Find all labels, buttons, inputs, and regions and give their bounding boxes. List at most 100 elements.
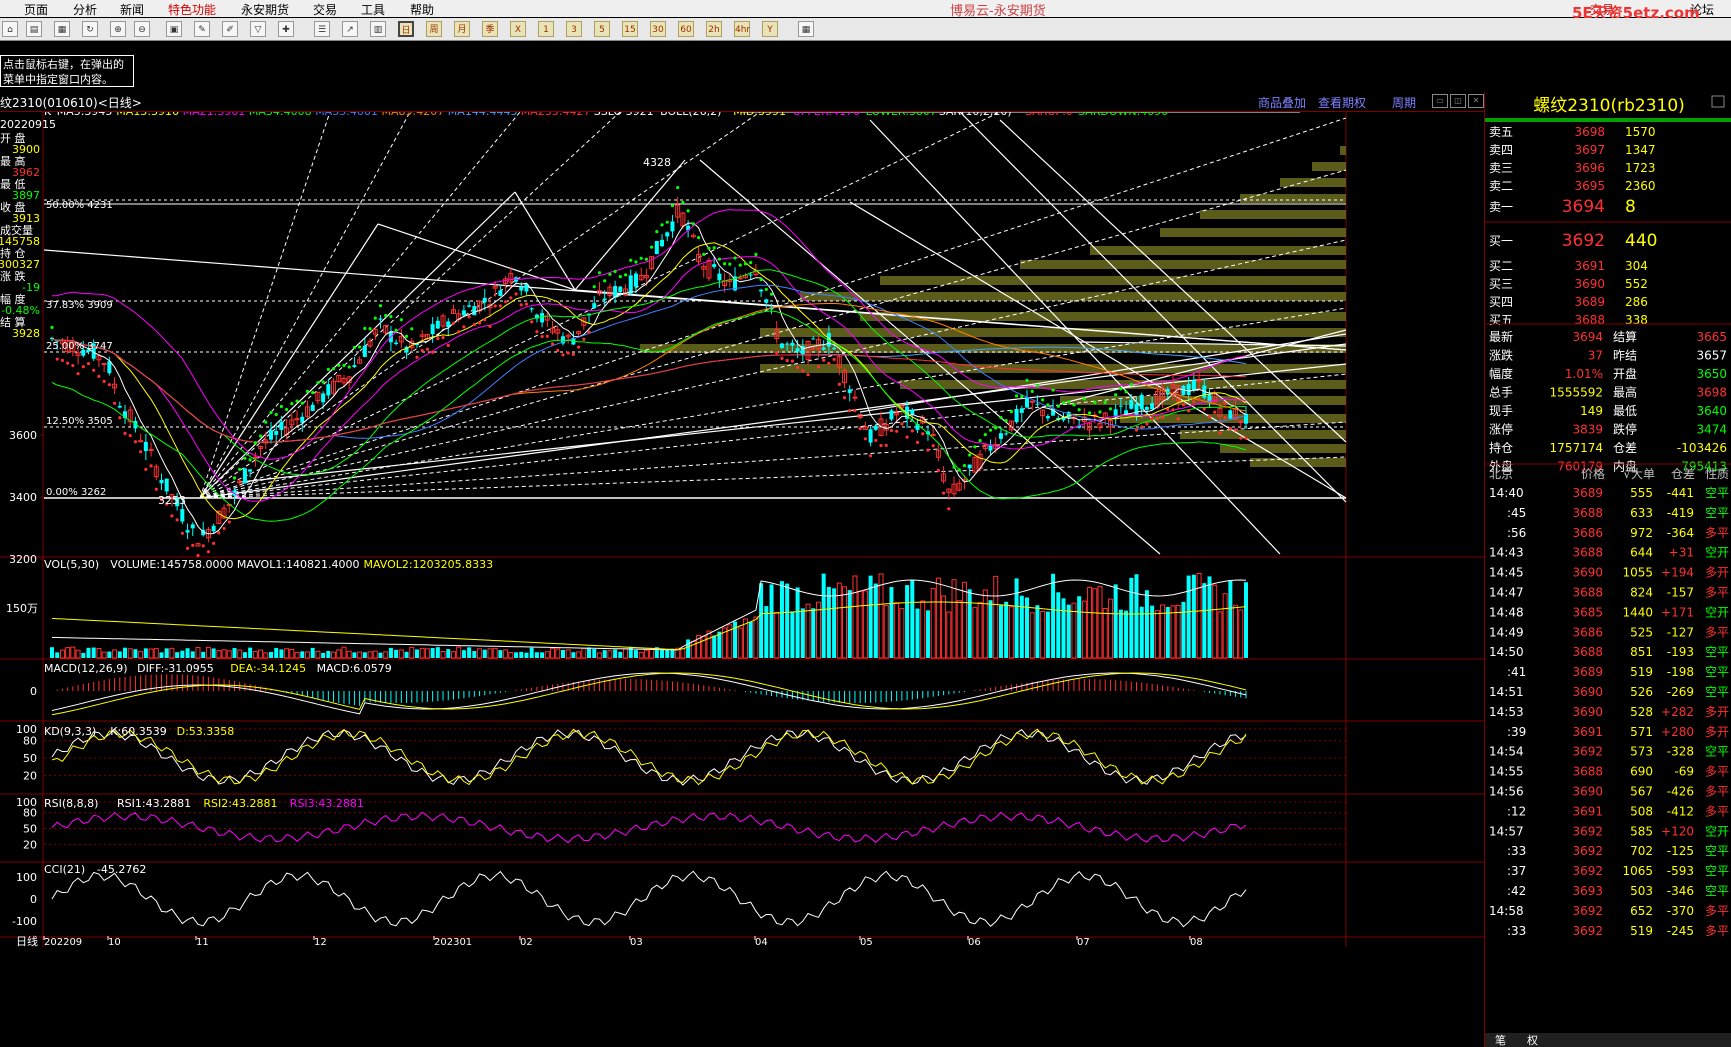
quote-menu-icon[interactable] <box>1711 95 1725 108</box>
period-3min-button[interactable]: 3 <box>566 21 582 37</box>
candle-down <box>279 421 284 430</box>
period-30min-button[interactable]: 30 <box>650 21 666 37</box>
period-link[interactable]: 周期 <box>1392 94 1416 111</box>
volume-bar <box>362 652 367 658</box>
sar-dot <box>431 350 435 354</box>
sar-dot <box>613 269 617 274</box>
tick-price: 3693 <box>1572 884 1603 898</box>
filter-icon[interactable]: ▽ <box>250 21 266 37</box>
menu-news[interactable]: 新闻 <box>120 1 144 18</box>
tick-oi-change: +171 <box>1661 605 1694 619</box>
pen-icon[interactable]: ✎ <box>194 21 210 37</box>
period-month-button[interactable]: 月 <box>454 21 470 37</box>
tick-time: :56 <box>1507 526 1526 540</box>
quote-title-bar <box>1485 118 1731 122</box>
volume-bar <box>284 648 290 659</box>
chart-area[interactable]: 3600 3400 3200 50.00% 4231 37.83% 3909 25.00%… <box>0 112 1484 1047</box>
candle-down <box>1150 403 1155 410</box>
calculator-icon[interactable]: ▦ <box>798 21 814 37</box>
menu-tools[interactable]: 工具 <box>361 1 385 18</box>
x-axis-tick: 02 <box>520 937 533 948</box>
tick-nature: 空开 <box>1705 824 1729 838</box>
period-x-button[interactable]: X <box>510 21 526 37</box>
volume-bar <box>279 649 284 658</box>
tick-price: 3690 <box>1572 705 1603 719</box>
fib-level-label: 50.00% 4231 <box>46 200 113 211</box>
brush-icon[interactable]: ✐ <box>222 21 238 37</box>
tick-price: 3690 <box>1572 566 1603 580</box>
menu-features[interactable]: 特色功能 <box>168 1 216 18</box>
menu-page[interactable]: 页面 <box>24 1 48 18</box>
volume-bar <box>268 651 273 658</box>
volume-bar <box>680 648 686 659</box>
sar-dot <box>665 220 669 224</box>
window-icon[interactable]: ▣ <box>166 21 182 37</box>
split-icon[interactable]: ◫ <box>1450 94 1466 108</box>
candle-up <box>930 434 936 437</box>
tick-price: 3691 <box>1572 725 1603 739</box>
period-2h-button[interactable]: 2h <box>706 21 722 37</box>
menu-yongan[interactable]: 永安期货 <box>241 1 289 18</box>
overlay-link[interactable]: 商品叠加 <box>1258 94 1306 111</box>
sar-dot <box>227 520 231 524</box>
zoom-out-icon[interactable]: ⊖ <box>134 21 150 37</box>
volume-bar <box>321 652 326 658</box>
volume-bar <box>842 586 848 659</box>
menu-analysis[interactable]: 分析 <box>73 1 97 18</box>
volume-profile-bar <box>1340 146 1346 155</box>
tick-price: 3688 <box>1572 506 1603 520</box>
sar-dot <box>415 355 419 359</box>
close-icon[interactable]: ✕ <box>1468 94 1484 108</box>
refresh-icon[interactable]: ↻ <box>82 21 98 37</box>
rsi-line-0 <box>51 811 1247 844</box>
home-icon[interactable]: ⌂ <box>2 21 18 37</box>
tick-oi-change: -370 <box>1667 904 1694 918</box>
ask-volume: 1570 <box>1625 125 1656 139</box>
layout-icon[interactable]: ▭ <box>1432 94 1448 108</box>
zoom-in-icon[interactable]: ⊕ <box>110 21 126 37</box>
period-quarter-button[interactable]: 季 <box>482 21 498 37</box>
sar-dot <box>222 526 226 531</box>
menu-help[interactable]: 帮助 <box>410 1 434 18</box>
period-60min-button[interactable]: 60 <box>678 21 694 37</box>
volume-bar <box>221 649 227 659</box>
sar-dot <box>1202 407 1206 411</box>
list-icon[interactable]: ☰ <box>314 21 330 37</box>
candle-down <box>435 320 440 329</box>
volume-bar <box>1222 593 1228 659</box>
sar-dot <box>728 262 732 266</box>
menu-trade[interactable]: 交易 <box>313 1 337 18</box>
quote-tab-1[interactable]: 权 <box>1527 1034 1538 1047</box>
period-15min-button[interactable]: 15 <box>622 21 638 37</box>
volume-bar <box>977 602 983 659</box>
kline-icon[interactable]: ▥ <box>370 21 386 37</box>
calendar-icon[interactable]: ▦ <box>54 21 70 37</box>
sar-dot <box>1218 431 1222 435</box>
bid-volume: 552 <box>1625 277 1648 291</box>
sar-dot <box>378 304 383 308</box>
candle-down <box>1129 400 1134 409</box>
sar-dot <box>133 440 138 444</box>
quote-tab-0[interactable]: 笔 <box>1495 1033 1506 1047</box>
tick-time: 14:48 <box>1489 605 1524 619</box>
database-icon[interactable]: ▤ <box>26 21 42 37</box>
tick-oi-change: +282 <box>1661 705 1694 719</box>
period-day-button[interactable]: 日 <box>398 21 414 37</box>
volume-bar <box>185 648 190 658</box>
period-year-button[interactable]: Y <box>762 21 778 37</box>
sar-dot <box>717 257 721 261</box>
period-4h-button[interactable]: 4hr <box>734 21 750 37</box>
period-week-button[interactable]: 周 <box>426 21 442 37</box>
volume-bar <box>836 582 842 659</box>
info-date: 20220915 <box>0 118 56 131</box>
period-1min-button[interactable]: 1 <box>538 21 554 37</box>
period-5min-button[interactable]: 5 <box>594 21 610 37</box>
volume-bar <box>805 603 811 659</box>
sar-dot <box>941 491 946 495</box>
line-chart-icon[interactable]: ↗ <box>342 21 358 37</box>
new-icon[interactable]: ✚ <box>278 21 294 37</box>
main-header-item: MID:3991 <box>733 112 786 118</box>
volume-bar <box>55 652 60 658</box>
candle-down <box>764 299 769 303</box>
options-link[interactable]: 查看期权 <box>1318 94 1366 111</box>
